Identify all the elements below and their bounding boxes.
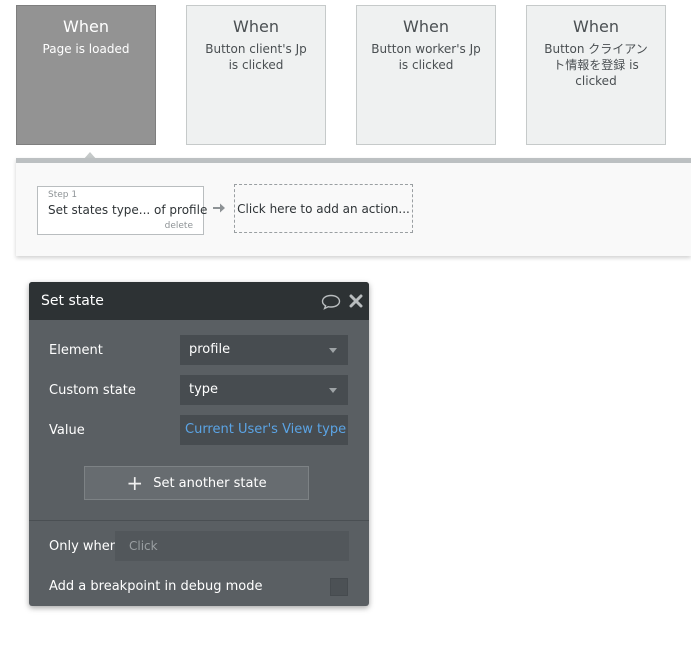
event-card-client-jp-clicked[interactable]: When Button client's Jp is clicked	[186, 5, 326, 145]
arrow-right-icon	[213, 203, 225, 213]
element-dropdown-value: profile	[189, 342, 231, 357]
only-when-label: Only when	[49, 539, 119, 554]
close-icon[interactable]	[349, 294, 363, 308]
chevron-down-icon	[329, 348, 337, 353]
set-another-state-button[interactable]: + Set another state	[84, 466, 309, 500]
event-description: Page is loaded	[42, 42, 130, 56]
event-card-page-loaded[interactable]: When Page is loaded	[16, 5, 156, 145]
element-label: Element	[49, 343, 103, 358]
element-dropdown[interactable]: profile	[180, 335, 348, 365]
event-when-label: When	[63, 17, 109, 36]
chevron-down-icon	[329, 388, 337, 393]
value-expression-field[interactable]: Current User's View type	[180, 415, 348, 445]
step-title: Set states type... of profile	[48, 203, 208, 217]
breakpoint-checkbox[interactable]	[330, 578, 348, 596]
only-when-input[interactable]	[115, 531, 349, 561]
event-when-label: When	[573, 17, 619, 36]
event-card-worker-jp-clicked[interactable]: When Button worker's Jp is clicked	[356, 5, 496, 145]
event-when-label: When	[233, 17, 279, 36]
comment-icon[interactable]	[321, 294, 341, 310]
step-delete-link[interactable]: delete	[165, 221, 193, 231]
set-another-state-label: Set another state	[153, 475, 267, 491]
set-state-panel: Set state Element profile Custom state t…	[29, 282, 369, 606]
workflow-step-card[interactable]: Step 1 Set states type... of profile del…	[37, 186, 208, 235]
panel-header: Set state	[29, 282, 369, 320]
breakpoint-label: Add a breakpoint in debug mode	[49, 579, 263, 594]
event-description: Button worker's Jp is clicked	[371, 42, 481, 72]
event-when-label: When	[403, 17, 449, 36]
panel-divider	[29, 520, 369, 521]
plus-icon: +	[126, 471, 144, 495]
value-expression[interactable]: Current User's View type	[185, 422, 346, 437]
custom-state-dropdown-value: type	[189, 382, 219, 397]
event-description: Button クライアント情報を登録 is clicked	[544, 42, 648, 88]
event-description: Button client's Jp is clicked	[205, 42, 307, 72]
panel-title: Set state	[41, 293, 104, 309]
step-number: Step 1	[48, 190, 78, 200]
workflow-actions-strip: Step 1 Set states type... of profile del…	[16, 158, 691, 256]
add-action-button[interactable]: Click here to add an action...	[234, 184, 413, 233]
custom-state-dropdown[interactable]: type	[180, 375, 348, 405]
custom-state-label: Custom state	[49, 383, 136, 398]
value-label: Value	[49, 423, 85, 438]
event-card-register-client-clicked[interactable]: When Button クライアント情報を登録 is clicked	[526, 5, 666, 145]
